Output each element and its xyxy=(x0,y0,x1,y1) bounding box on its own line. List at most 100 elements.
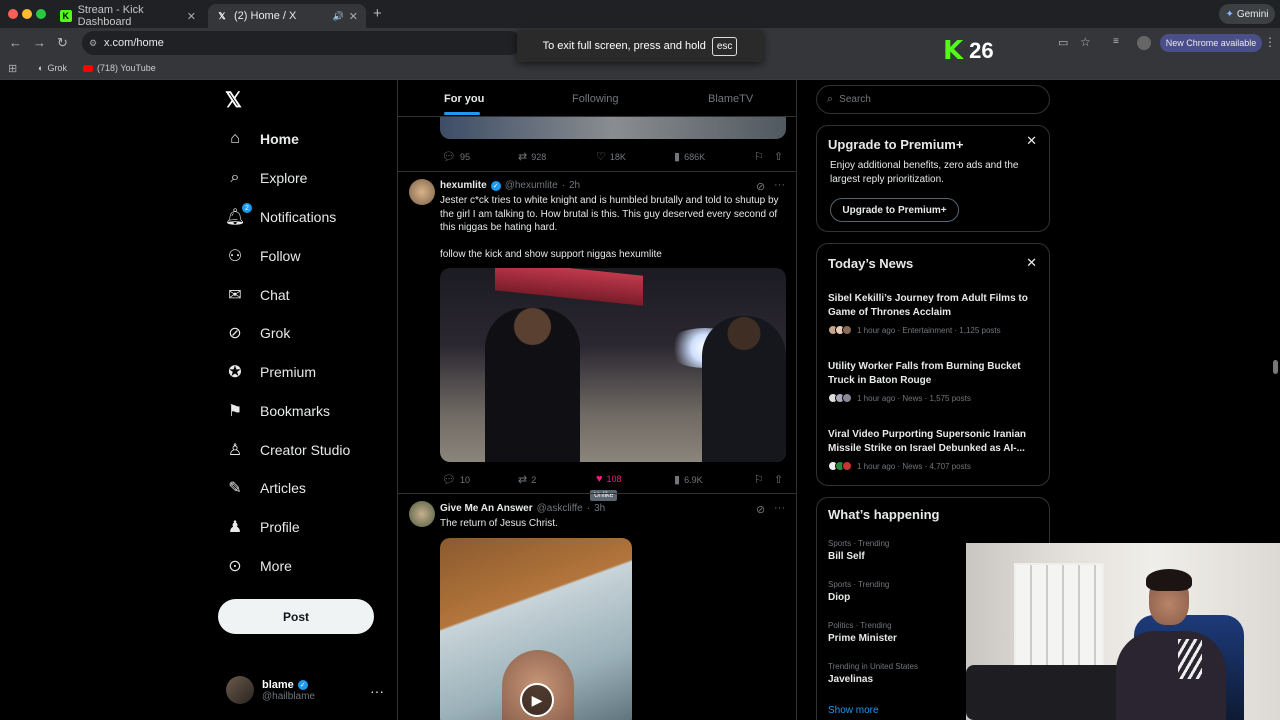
search-input[interactable]: ⌕ Search xyxy=(816,85,1050,114)
share-button[interactable]: ⇧ xyxy=(774,150,783,163)
tab-blametv[interactable]: BlameTV xyxy=(708,93,753,105)
sidebar-item-label: Grok xyxy=(260,325,291,341)
search-icon: ⌕ xyxy=(230,169,240,186)
new-tab-icon[interactable]: + xyxy=(373,5,382,22)
forward-arrow-icon[interactable]: → xyxy=(33,35,46,50)
profile-avatar[interactable] xyxy=(1137,36,1151,50)
like-button[interactable]: ♥ 108 xyxy=(596,473,622,485)
gemini-icon: ✦ xyxy=(1225,8,1234,20)
bookmark-button[interactable]: ⚐ xyxy=(754,473,764,486)
upgrade-premium-button[interactable]: Upgrade to Premium+ xyxy=(830,198,959,222)
tab-following[interactable]: Following xyxy=(572,93,618,105)
like-button[interactable]: ♡ 18K xyxy=(596,150,626,163)
maximize-window-button[interactable] xyxy=(36,9,46,19)
tweet-media[interactable] xyxy=(440,117,786,139)
sidebar-item-grok[interactable]: ⊘ Grok xyxy=(224,318,290,348)
address-bar[interactable]: ⚙ x.com/home xyxy=(82,31,522,55)
new-chrome-available-button[interactable]: New Chrome available xyxy=(1160,34,1262,52)
repost-button[interactable]: ⇄ 928 xyxy=(518,150,546,163)
follow-icon: ⚇ xyxy=(227,248,243,265)
gemini-button[interactable]: ✦ Gemini xyxy=(1219,4,1275,24)
tweet-author-handle[interactable]: @hexumlite xyxy=(505,180,558,191)
share-button[interactable]: ⇧ xyxy=(774,473,783,486)
site-info-icon[interactable]: ⚙ xyxy=(89,38,97,49)
close-tab-icon[interactable]: ✕ xyxy=(187,10,196,23)
tweet-more-icon[interactable]: ··· xyxy=(774,502,785,514)
more-icon: ⊙ xyxy=(228,558,242,575)
browser-tab-x[interactable]: 𝕏 (2) Home / X 🔊 ✕ xyxy=(208,4,366,28)
reply-icon: 💬︎ xyxy=(442,151,456,163)
page-scrollbar[interactable] xyxy=(1273,360,1278,374)
bookmark-grok[interactable]: ◐ Grok xyxy=(38,63,67,73)
repost-button[interactable]: ⇄ 2 xyxy=(518,473,536,486)
x-logo-icon[interactable]: 𝕏 xyxy=(225,88,242,113)
tweet-timestamp[interactable]: 2h xyxy=(569,180,580,191)
bookmark-youtube[interactable]: (718) YouTube xyxy=(83,63,156,73)
close-tab-icon[interactable]: ✕ xyxy=(349,10,358,23)
reading-list-icon[interactable]: ≡ xyxy=(1113,36,1119,47)
tweet-text: follow the kick and show support niggas … xyxy=(440,249,662,260)
reply-button[interactable]: 💬︎ 10 xyxy=(442,473,470,486)
reload-icon[interactable]: ↻ xyxy=(57,35,68,51)
like-count: 108 xyxy=(606,474,622,484)
sidebar-item-notifications[interactable]: 🔔︎ 2 Notifications xyxy=(224,202,336,232)
tweet-video[interactable]: ▶ xyxy=(440,538,632,720)
sidebar-item-home[interactable]: ⌂ Home xyxy=(224,124,299,154)
unlike-tooltip: Unlike xyxy=(590,490,618,501)
audio-playing-icon[interactable]: 🔊 xyxy=(333,11,344,22)
verified-badge-icon: ✓ xyxy=(297,679,308,690)
sidebar-item-profile[interactable]: ♟ Profile xyxy=(224,512,300,542)
sidebar-item-articles[interactable]: ✎ Articles xyxy=(224,473,306,503)
sidebar-item-chat[interactable]: ✉ Chat xyxy=(224,280,289,310)
close-icon[interactable]: ✕ xyxy=(1026,255,1037,271)
tweet-text: The return of Jesus Christ. xyxy=(440,518,558,529)
close-icon[interactable]: ✕ xyxy=(1026,133,1037,149)
avatar[interactable] xyxy=(409,501,435,527)
tweet-video[interactable] xyxy=(440,268,786,462)
tweet-more-icon[interactable]: ··· xyxy=(774,179,785,191)
sidebar-item-bookmarks[interactable]: ⚑ Bookmarks xyxy=(224,396,330,426)
sidebar-item-explore[interactable]: ⌕ Explore xyxy=(224,163,308,193)
kebab-menu-icon[interactable]: ⋮ xyxy=(1264,35,1276,49)
minimize-window-button[interactable] xyxy=(22,9,32,19)
close-window-button[interactable] xyxy=(8,9,18,19)
account-more-icon[interactable]: ··· xyxy=(370,683,384,699)
sidebar-item-follow[interactable]: ⚇ Follow xyxy=(224,241,301,271)
apps-grid-icon[interactable]: ⊞ xyxy=(8,62,17,75)
tweet-author-name[interactable]: hexumlite xyxy=(440,180,487,191)
reply-button[interactable]: 💬︎ 95 xyxy=(442,150,470,163)
sidebar-item-creator-studio[interactable]: ♙ Creator Studio xyxy=(224,435,350,465)
back-arrow-icon[interactable]: ← xyxy=(9,35,22,50)
bookmark-star-icon[interactable]: ☆ xyxy=(1080,35,1091,49)
avatar[interactable] xyxy=(409,179,435,205)
views-button[interactable]: ▮ 6.9K xyxy=(674,473,703,486)
fullscreen-notice-text: To exit full screen, press and hold xyxy=(542,40,706,52)
browser-tab-kick[interactable]: K Stream - Kick Dashboard ✕ xyxy=(52,4,204,28)
sidebar-item-more[interactable]: ⊙ More xyxy=(224,551,292,581)
tweet-header: hexumlite ✓ @hexumlite · 2h xyxy=(440,180,580,191)
todays-news-card: Today’s News ✕ Sibel Kekilli’s Journey f… xyxy=(816,243,1050,486)
tab-for-you[interactable]: For you xyxy=(444,93,484,105)
play-icon[interactable]: ▶ xyxy=(520,683,554,717)
creator-studio-icon: ♙ xyxy=(227,442,243,459)
tweet-author-name[interactable]: Give Me An Answer xyxy=(440,503,533,514)
show-more-link[interactable]: Show more xyxy=(828,705,879,716)
share-icon: ⇧ xyxy=(774,151,784,163)
tweet-timestamp[interactable]: 3h xyxy=(594,503,605,514)
news-card-title: Today’s News xyxy=(828,256,914,271)
cast-icon[interactable]: ▭ xyxy=(1058,36,1068,49)
sidebar-item-label: Follow xyxy=(260,248,301,264)
tweet-author-handle[interactable]: @askcliffe xyxy=(537,503,583,514)
bookmark-button[interactable]: ⚐ xyxy=(754,150,764,163)
sidebar-item-premium[interactable]: ✪ Premium xyxy=(224,357,316,387)
tweet-header: Give Me An Answer @askcliffe · 3h xyxy=(440,503,605,514)
mail-icon: ✉ xyxy=(228,287,242,304)
views-button[interactable]: ▮ 686K xyxy=(674,150,705,163)
grok-analyze-icon[interactable]: ⊘ xyxy=(756,503,765,516)
post-button[interactable]: Post xyxy=(218,599,374,634)
premium-card-title: Upgrade to Premium+ xyxy=(828,137,964,152)
repost-icon: ⇄ xyxy=(518,474,528,486)
grok-analyze-icon[interactable]: ⊘ xyxy=(756,180,765,193)
account-switcher[interactable]: blame ✓ @hailblame xyxy=(226,676,315,704)
premium-upsell-card: Upgrade to Premium+ ✕ Enjoy additional b… xyxy=(816,125,1050,232)
